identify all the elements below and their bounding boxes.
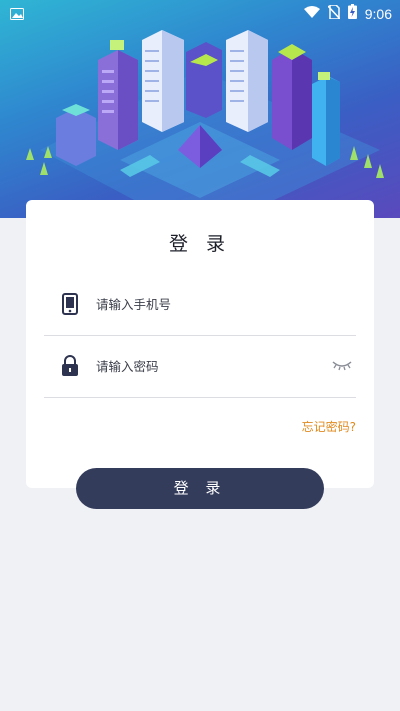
hero-banner bbox=[0, 0, 400, 218]
status-time: 9:06 bbox=[364, 5, 392, 22]
battery-charging-icon bbox=[347, 4, 357, 23]
page-title: 登 录 bbox=[168, 233, 232, 255]
no-sim-icon bbox=[327, 4, 341, 23]
password-field bbox=[44, 335, 356, 398]
login-button[interactable]: 登 录 bbox=[76, 468, 324, 509]
eye-closed-icon[interactable] bbox=[330, 357, 354, 373]
city-illustration bbox=[26, 30, 384, 218]
password-input[interactable] bbox=[96, 356, 316, 376]
phone-input[interactable] bbox=[96, 294, 316, 314]
forgot-password-link[interactable]: 忘记密码? bbox=[302, 418, 356, 435]
login-card: 登 录 忘记密码? bbox=[26, 200, 374, 488]
status-bar: 9:06 bbox=[0, 0, 400, 24]
phone-field bbox=[44, 273, 356, 336]
gallery-notification-icon bbox=[10, 5, 24, 24]
padlock-icon bbox=[60, 355, 80, 377]
mobile-phone-icon bbox=[60, 293, 80, 315]
wifi-icon bbox=[303, 4, 320, 23]
